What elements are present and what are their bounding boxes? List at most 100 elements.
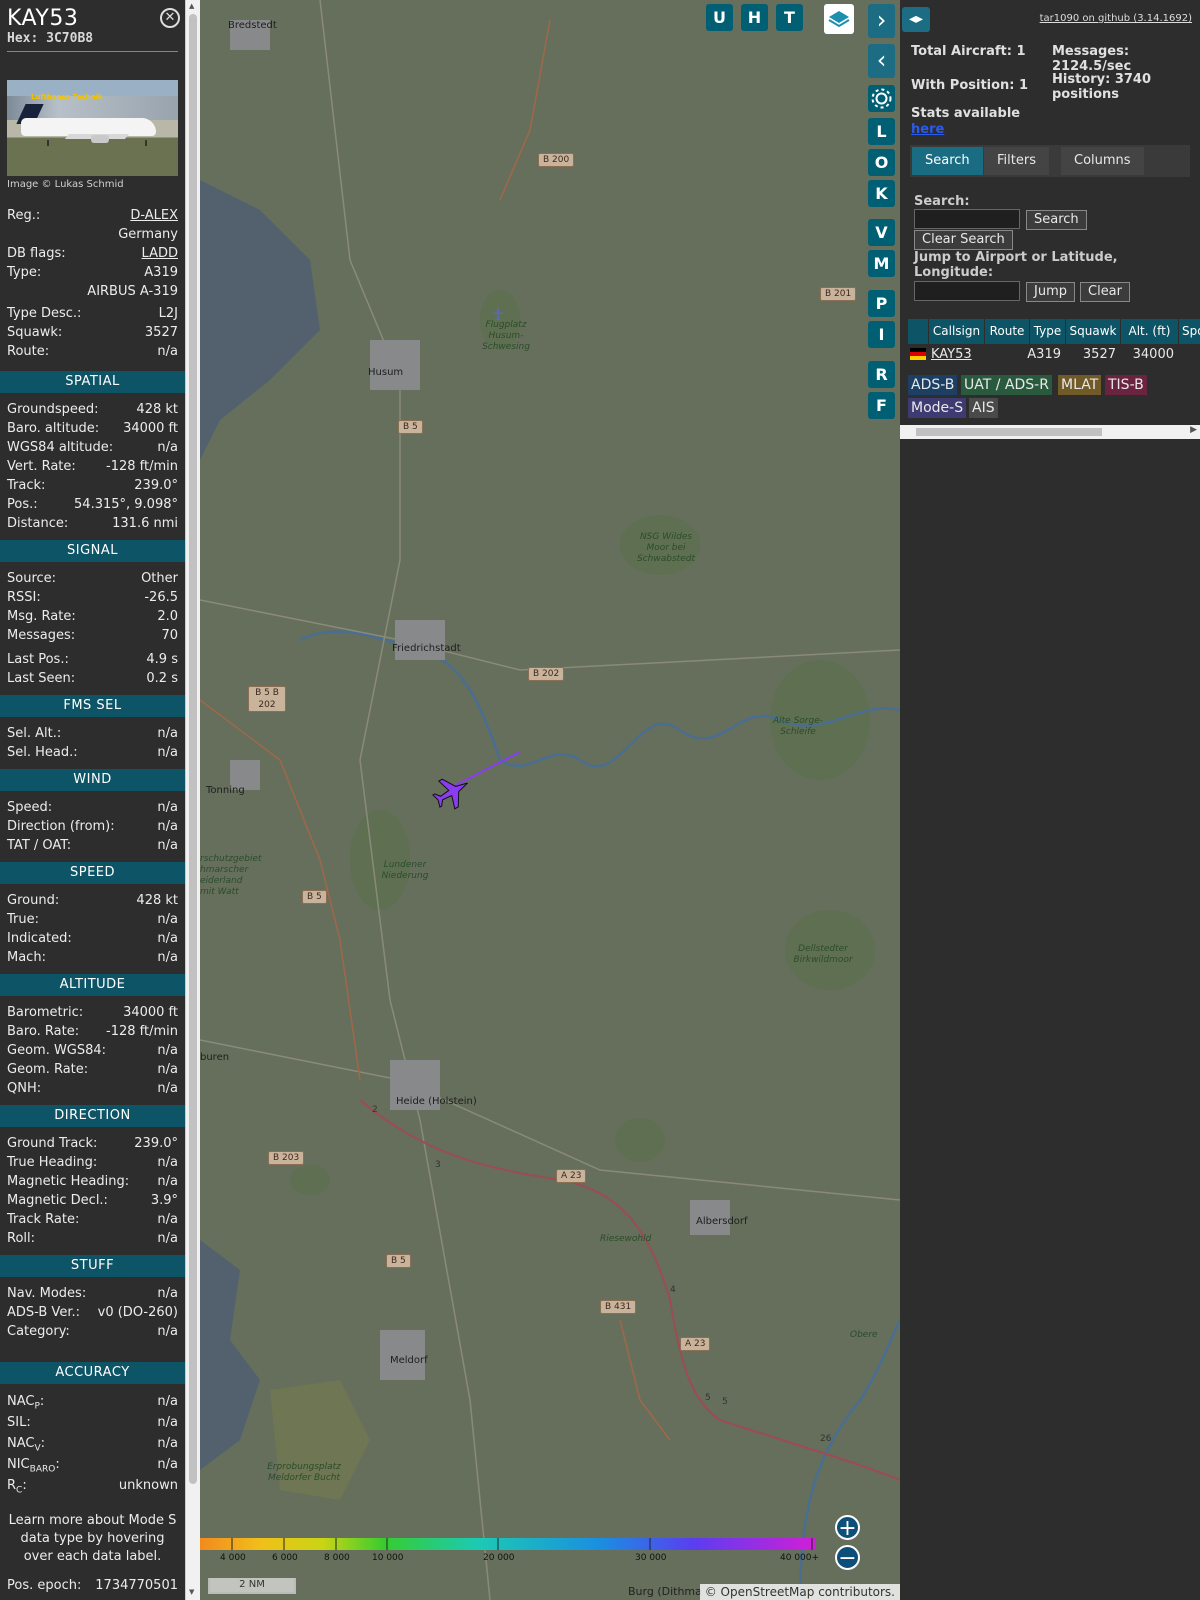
layers-icon[interactable] [824,4,854,34]
detail-label[interactable]: Category: [7,1322,70,1341]
tab-filters[interactable]: Filters [984,147,1049,175]
table-horizontal-scrollbar[interactable]: ▶ [900,425,1200,439]
map-button-r[interactable]: R [868,361,895,388]
detail-label[interactable]: NICBARO: [7,1454,60,1475]
chevron-right-icon[interactable]: › [868,4,895,38]
map-button-u[interactable]: U [706,4,733,31]
gear-icon[interactable] [868,85,895,112]
map-button-k[interactable]: K [868,180,895,207]
detail-label[interactable]: True: [7,910,39,929]
detail-label[interactable]: Baro. altitude: [7,419,99,438]
detail-label[interactable]: Track: [7,476,45,495]
tab-search[interactable]: Search [912,147,983,175]
tab-columns[interactable]: Columns [1061,147,1144,175]
detail-label[interactable]: Last Seen: [7,669,75,688]
detail-label[interactable]: Ground: [7,891,59,910]
clear-search-button[interactable]: Clear Search [914,230,1013,250]
zoom-out-button[interactable]: − [835,1545,860,1570]
table-cell-callsign[interactable]: KAY53 [931,345,984,365]
detail-label[interactable]: NACP: [7,1391,44,1412]
map-button-p[interactable]: P [868,290,895,317]
detail-label[interactable]: Geom. Rate: [7,1060,88,1079]
detail-label[interactable]: Barometric: [7,1003,83,1022]
clear-button[interactable]: Clear [1080,282,1130,302]
road-label: B 202 [528,667,565,681]
detail-label[interactable]: NACV: [7,1433,45,1454]
detail-label[interactable]: Distance: [7,514,68,533]
search-input[interactable] [914,209,1020,229]
detail-label[interactable]: Geom. WGS84: [7,1041,106,1060]
map-button-l[interactable]: L [868,118,895,145]
table-header[interactable]: Squawk [1066,319,1120,344]
detail-label[interactable]: TAT / OAT: [7,836,71,855]
detail-value: n/a [157,950,178,965]
map-button-i[interactable]: I [868,321,895,348]
detail-label[interactable]: Messages: [7,626,75,645]
map-button-f[interactable]: F [868,392,895,419]
detail-label[interactable]: SIL: [7,1412,31,1433]
detail-label[interactable]: True Heading: [7,1153,97,1172]
detail-label[interactable]: Msg. Rate: [7,607,76,626]
detail-label[interactable]: ADS-B Ver.: [7,1303,80,1322]
table-header[interactable]: Route [985,319,1029,344]
github-link[interactable]: tar1090 on github (3.14.1692) [1040,13,1192,24]
detail-value: 0.2 s [146,671,178,686]
table-header[interactable]: Spd. [1179,319,1200,344]
registration-link[interactable]: D-ALEX [130,206,178,225]
jump-input[interactable] [914,281,1020,301]
scroll-right-icon[interactable]: ▶ [1190,425,1197,435]
detail-label[interactable]: Speed: [7,798,52,817]
detail-label[interactable]: Magnetic Decl.: [7,1191,108,1210]
detail-value: n/a [157,1231,178,1246]
jump-button[interactable]: Jump [1026,282,1075,302]
table-header[interactable]: Type [1030,319,1065,344]
aircraft-marker[interactable] [420,748,530,816]
detail-label[interactable]: Sel. Alt.: [7,724,61,743]
detail-row: QNH: n/a [7,1079,178,1098]
table-header[interactable]: Alt. (ft) [1121,319,1178,344]
scrollbar-thumb[interactable] [916,428,1102,436]
map-button-o[interactable]: O [868,149,895,176]
detail-label[interactable]: Pos.: [7,495,38,514]
detail-row: Pos.: 54.315°, 9.098° [7,495,178,514]
scroll-up-icon[interactable]: ▲ [189,2,194,10]
detail-label[interactable]: Nav. Modes: [7,1284,86,1303]
detail-label[interactable]: Track Rate: [7,1210,79,1229]
sidebar-scrollbar[interactable]: ▲ ▼ [185,0,200,1600]
detail-label[interactable]: Indicated: [7,929,72,948]
chevron-left-icon[interactable]: ‹ [868,44,895,78]
attribution-link[interactable]: OpenStreetMap [721,1585,815,1599]
map-button-t[interactable]: T [776,4,803,31]
detail-label[interactable]: Direction (from): [7,817,115,836]
expand-arrows-icon[interactable]: ◂▸ [902,7,930,32]
detail-label[interactable]: Baro. Rate: [7,1022,79,1041]
detail-label[interactable]: Last Pos.: [7,650,69,669]
detail-label[interactable]: QNH: [7,1079,41,1098]
map-view[interactable]: Bredstedt Husum Friedrichstadt Tonning H… [200,0,900,1600]
table-header[interactable]: Callsign [929,319,984,344]
detail-label[interactable]: RC: [7,1475,27,1496]
zoom-in-button[interactable]: + [835,1515,860,1540]
db-flags-link[interactable]: LADD [142,244,178,263]
detail-label[interactable]: Magnetic Heading: [7,1172,129,1191]
detail-label[interactable]: Roll: [7,1229,35,1248]
search-button[interactable]: Search [1026,210,1087,230]
detail-label[interactable]: WGS84 altitude: [7,438,113,457]
scroll-down-icon[interactable]: ▼ [189,1588,194,1596]
map-button-m[interactable]: M [868,250,895,277]
scrollbar-thumb[interactable] [189,14,197,1484]
info-value: 3527 [144,325,178,340]
road-label: B 431 [600,1300,637,1314]
detail-label[interactable]: Mach: [7,948,46,967]
map-button-v[interactable]: V [868,219,895,246]
close-icon[interactable]: ✕ [160,8,180,28]
map-button-h[interactable]: H [741,4,768,31]
detail-label[interactable]: Source: [7,569,56,588]
stats-link[interactable]: here [911,122,1051,137]
aircraft-photo[interactable]: Lufthansa Technik [7,80,178,176]
detail-label[interactable]: Vert. Rate: [7,457,76,476]
detail-label[interactable]: RSSI: [7,588,41,607]
detail-label[interactable]: Sel. Head.: [7,743,78,762]
detail-label[interactable]: Groundspeed: [7,400,98,419]
detail-label[interactable]: Ground Track: [7,1134,97,1153]
